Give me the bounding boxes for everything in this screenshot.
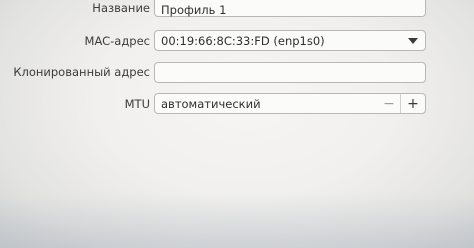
name-label: Название [92, 1, 150, 15]
chevron-down-icon[interactable] [401, 31, 425, 50]
mac-label: MAC-адрес [84, 34, 150, 48]
name-value[interactable]: Профиль 1 [161, 3, 226, 17]
mtu-decrement-button[interactable]: − [377, 94, 401, 113]
cloned-address-field[interactable] [154, 62, 426, 83]
mtu-label: MTU [124, 97, 150, 111]
mtu-increment-button[interactable]: + [400, 94, 425, 113]
mtu-value[interactable]: автоматический [161, 97, 261, 111]
cloned-address-label: Клонированный адрес [13, 65, 150, 79]
mac-value[interactable]: 00:19:66:8C:33:FD (enp1s0) [161, 34, 325, 48]
mac-combo[interactable]: 00:19:66:8C:33:FD (enp1s0) [154, 30, 426, 51]
name-field[interactable]: Профиль 1 [154, 0, 426, 17]
mtu-spinbutton[interactable]: автоматический − + [154, 93, 426, 114]
